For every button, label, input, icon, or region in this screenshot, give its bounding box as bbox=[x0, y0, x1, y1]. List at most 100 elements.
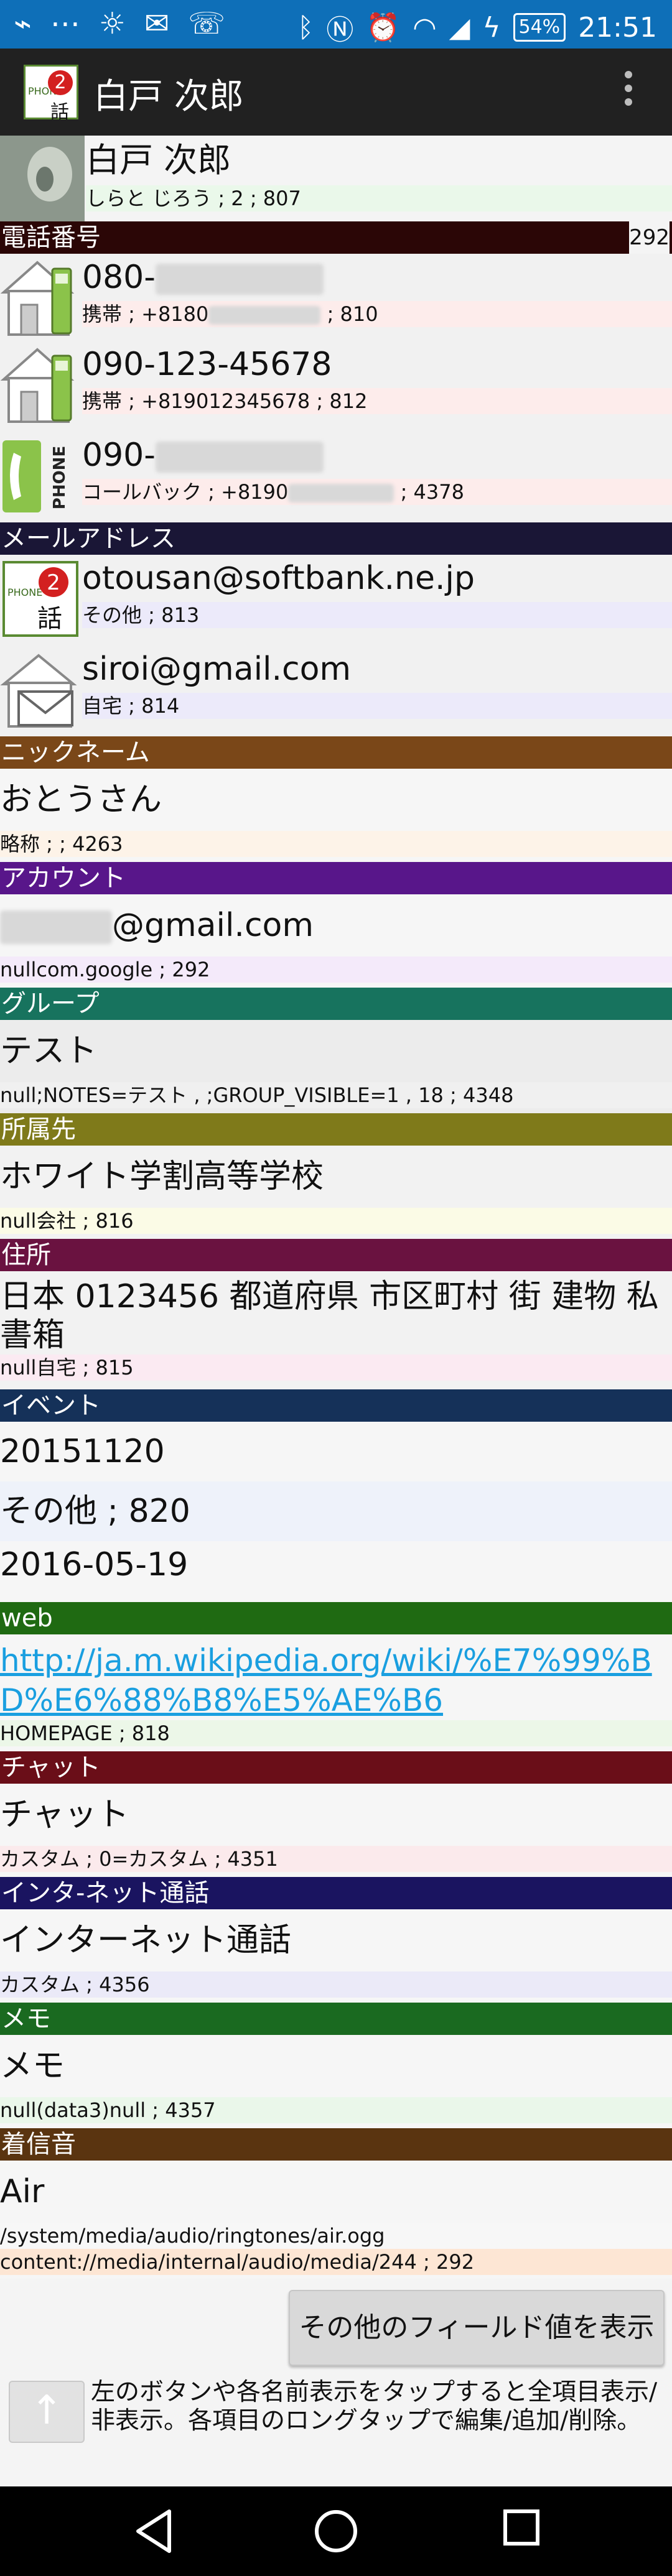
internet-call-value: インターネット通話 bbox=[0, 1922, 292, 1959]
redacted bbox=[0, 910, 112, 944]
svg-text:2: 2 bbox=[47, 570, 60, 595]
group-row[interactable]: テスト null;NOTES=テスト , ;GROUP_VISIBLE=1 , … bbox=[0, 1020, 672, 1113]
footer-area: その他のフィールド値を表示 ↑ 左のボタンや各名前表示をタップすると全項目表示/… bbox=[0, 2279, 672, 2464]
section-phone[interactable]: 電話番号 292 bbox=[0, 221, 672, 254]
contact-name[interactable]: 白戸 次郎 bbox=[86, 136, 672, 185]
redacted bbox=[288, 484, 394, 503]
section-count: 292 bbox=[629, 221, 670, 254]
phone-type: 携帯 ; +8180 bbox=[82, 302, 209, 326]
section-group[interactable]: グループ bbox=[0, 988, 672, 1020]
account-row[interactable]: @gmail.com nullcom.google ; 292 bbox=[0, 894, 672, 988]
recents-icon[interactable] bbox=[502, 2508, 541, 2547]
charging-icon: ϟ bbox=[482, 11, 501, 44]
section-address[interactable]: 住所 bbox=[0, 1239, 672, 1271]
group-detail: null;NOTES=テスト , ;GROUP_VISIBLE=1 , 18 ;… bbox=[0, 1082, 672, 1108]
page-title: 白戸 次郎 bbox=[93, 76, 244, 117]
email-type: 自宅 ; 814 bbox=[82, 693, 672, 719]
section-internet-call[interactable]: インタ-ネット通話 bbox=[0, 1877, 672, 1909]
redacted bbox=[156, 264, 324, 295]
svg-text:話: 話 bbox=[37, 605, 62, 633]
help-text: 左のボタンや各名前表示をタップすると全項目表示/非表示。各項目のロングタップで編… bbox=[91, 2378, 658, 2435]
chat-row[interactable]: チャット カスタム ; 0=カスタム ; 4351 bbox=[0, 1784, 672, 1877]
address-value: 日本 0123456 都道府県 市区町村 街 建物 私書箱 bbox=[0, 1278, 659, 1354]
web-row[interactable]: http://ja.m.wikipedia.org/wiki/%E7%99%BD… bbox=[0, 1634, 672, 1751]
phone-row[interactable]: 090-123-45678 携帯 ; +819012345678 ; 812 bbox=[0, 341, 672, 432]
app-bar: PHONE 2 話 白戸 次郎 bbox=[0, 49, 672, 136]
phone-number: 090-123-45678 bbox=[82, 346, 332, 383]
section-account[interactable]: アカウント bbox=[0, 862, 672, 894]
system-icons: ᛒ Ⓝ ⏰ ◠ ◢ ϟ 54% 21:51 bbox=[297, 7, 657, 47]
web-detail: HOMEPAGE ; 818 bbox=[0, 1720, 672, 1746]
phone-number: 080- bbox=[82, 259, 156, 296]
address-row[interactable]: 日本 0123456 都道府県 市区町村 街 建物 私書箱 null自宅 ; 8… bbox=[0, 1271, 672, 1389]
email-row[interactable]: siroi@gmail.com 自宅 ; 814 bbox=[0, 646, 672, 736]
section-email[interactable]: メールアドレス bbox=[0, 522, 672, 555]
email-row[interactable]: PHONE 2 話 otousan@softbank.ne.jp その他 ; 8… bbox=[0, 555, 672, 646]
account-value: @gmail.com bbox=[112, 907, 314, 944]
show-other-fields-button[interactable]: その他のフィールド値を表示 bbox=[289, 2290, 665, 2366]
navigation-bar bbox=[0, 2486, 672, 2576]
app-logo-icon: PHONE 2 話 bbox=[2, 561, 78, 637]
section-nickname[interactable]: ニックネーム bbox=[0, 736, 672, 769]
phone-type: コールバック ; +8190 bbox=[82, 480, 289, 504]
event-date: 20151120 bbox=[0, 1433, 165, 1470]
address-detail: null自宅 ; 815 bbox=[0, 1355, 672, 1381]
phone-house-icon bbox=[0, 261, 75, 336]
internet-call-detail: カスタム ; 4356 bbox=[0, 1971, 672, 1998]
notification-icons: ⌁⋯☼✉☏ bbox=[14, 6, 244, 41]
wifi-icon: ◠ bbox=[413, 11, 437, 44]
overflow-menu-icon[interactable] bbox=[625, 71, 632, 112]
phone-row[interactable]: 080- 携帯 ; +8180 ; 810 bbox=[0, 254, 672, 341]
dots-icon: ⋯ bbox=[50, 6, 99, 41]
back-icon[interactable] bbox=[132, 2508, 177, 2555]
organization-detail: null会社 ; 816 bbox=[0, 1208, 672, 1234]
organization-row[interactable]: ホワイト学割高等学校 null会社 ; 816 bbox=[0, 1146, 672, 1239]
alarm-icon: ⏰ bbox=[366, 12, 401, 44]
phone-handset-icon: PHONE bbox=[2, 440, 69, 512]
event-type: その他 ; 820 bbox=[0, 1481, 672, 1541]
contact-reading: しらと じろう ; 2 ; 807 bbox=[86, 185, 672, 211]
nfc-icon: Ⓝ bbox=[326, 14, 354, 46]
account-detail: nullcom.google ; 292 bbox=[0, 957, 672, 983]
section-ringtone[interactable]: 着信音 bbox=[0, 2128, 672, 2161]
event-date: 2016-05-19 bbox=[0, 1546, 189, 1583]
section-event[interactable]: イベント bbox=[0, 1389, 672, 1422]
section-web[interactable]: web bbox=[0, 1602, 672, 1634]
redacted bbox=[208, 306, 321, 325]
ringtone-uri: content://media/internal/audio/media/244… bbox=[0, 2249, 672, 2275]
email-address: siroi@gmail.com bbox=[82, 651, 352, 688]
section-memo[interactable]: メモ bbox=[0, 2003, 672, 2035]
phone-number: 090- bbox=[82, 437, 156, 474]
clock: 21:51 bbox=[578, 11, 657, 44]
bulb-icon: ☼ bbox=[98, 6, 144, 41]
photo-icon bbox=[0, 136, 85, 221]
ringtone-row[interactable]: Air /system/media/audio/ringtones/air.og… bbox=[0, 2161, 672, 2279]
house-mail-icon bbox=[0, 654, 77, 728]
phone-row[interactable]: PHONE 090- コールバック ; +8190 ; 4378 bbox=[0, 432, 672, 522]
nickname-row[interactable]: おとうさん 略称 ; ; 4263 bbox=[0, 769, 672, 862]
ringtone-path: /system/media/audio/ringtones/air.ogg bbox=[0, 2223, 672, 2249]
web-link[interactable]: http://ja.m.wikipedia.org/wiki/%E7%99%BD… bbox=[0, 1634, 672, 1720]
missed-call-icon: ☏ bbox=[188, 6, 245, 41]
chat-value: チャット bbox=[0, 1796, 129, 1833]
status-bar: ⌁⋯☼✉☏ ᛒ Ⓝ ⏰ ◠ ◢ ϟ 54% 21:51 bbox=[0, 0, 672, 49]
svg-text:PHONE: PHONE bbox=[50, 446, 69, 509]
redacted bbox=[156, 442, 324, 473]
home-icon[interactable] bbox=[312, 2508, 360, 2555]
memo-row[interactable]: メモ null(data3)null ; 4357 bbox=[0, 2035, 672, 2128]
event-row[interactable]: 20151120 その他 ; 820 2016-05-19 bbox=[0, 1422, 672, 1602]
internet-call-row[interactable]: インターネット通話 カスタム ; 4356 bbox=[0, 1909, 672, 2003]
ringtone-value: Air bbox=[0, 2173, 45, 2210]
section-organization[interactable]: 所属先 bbox=[0, 1113, 672, 1146]
organization-value: ホワイト学割高等学校 bbox=[0, 1158, 324, 1195]
contact-header[interactable]: 白戸 次郎 しらと じろう ; 2 ; 807 bbox=[0, 136, 672, 221]
toggle-all-button[interactable]: ↑ bbox=[9, 2381, 85, 2443]
nickname-detail: 略称 ; ; 4263 bbox=[0, 831, 672, 857]
mail-icon: ✉ bbox=[144, 6, 189, 41]
phone-house-icon bbox=[0, 348, 75, 423]
chat-detail: カスタム ; 0=カスタム ; 4351 bbox=[0, 1846, 672, 1872]
section-chat[interactable]: チャット bbox=[0, 1751, 672, 1784]
svg-text:PHONE: PHONE bbox=[7, 586, 42, 598]
memo-value: メモ bbox=[0, 2047, 65, 2085]
bluetooth-icon: ᛒ bbox=[297, 11, 314, 44]
